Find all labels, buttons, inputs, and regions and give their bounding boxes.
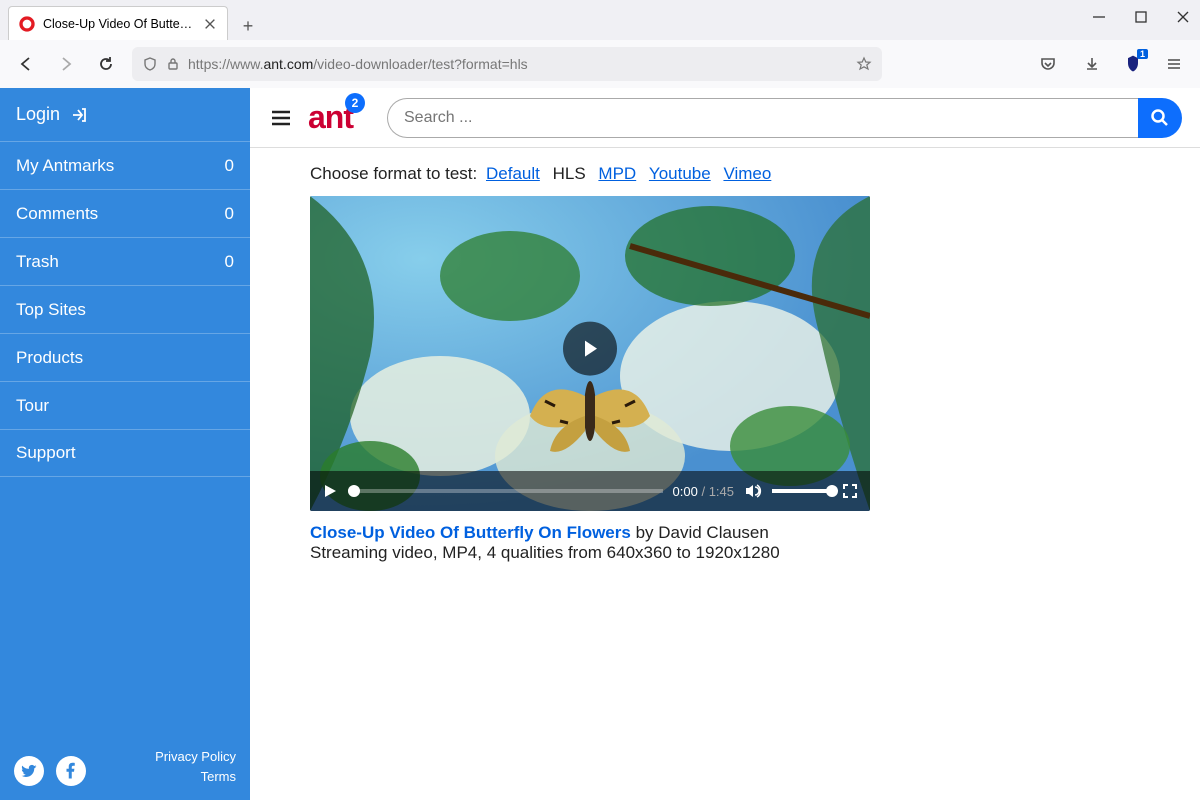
new-tab-button[interactable]: +: [234, 12, 262, 40]
sidebar-item-topsites[interactable]: Top Sites: [0, 285, 250, 333]
sidebar-item-products[interactable]: Products: [0, 333, 250, 381]
shield-icon[interactable]: [142, 56, 158, 72]
format-hls: HLS: [553, 164, 586, 183]
video-title-link[interactable]: Close-Up Video Of Butterfly On Flowers: [310, 523, 631, 542]
window-close-icon[interactable]: [1174, 8, 1192, 26]
privacy-link[interactable]: Privacy Policy: [155, 747, 236, 767]
seek-bar[interactable]: [348, 489, 663, 493]
terms-link[interactable]: Terms: [155, 767, 236, 787]
format-vimeo[interactable]: Vimeo: [723, 164, 771, 183]
browser-tab[interactable]: Close-Up Video Of Butterfly On: [8, 6, 228, 40]
play-center-button[interactable]: [563, 321, 617, 375]
back-button[interactable]: [12, 50, 40, 78]
sidebar-item-comments[interactable]: Comments0: [0, 189, 250, 237]
maximize-icon[interactable]: [1132, 8, 1150, 26]
video-controls: 0:00 / 1:45: [310, 471, 870, 511]
fullscreen-icon[interactable]: [842, 483, 858, 499]
sidebar-item-trash[interactable]: Trash0: [0, 237, 250, 285]
format-youtube[interactable]: Youtube: [649, 164, 711, 183]
bookmark-star-icon[interactable]: [856, 56, 872, 72]
video-author: David Clausen: [658, 523, 769, 542]
downloads-icon[interactable]: [1078, 50, 1106, 78]
reload-button[interactable]: [92, 50, 120, 78]
pocket-icon[interactable]: [1034, 50, 1062, 78]
logo-badge: 2: [345, 93, 365, 113]
search-input[interactable]: [387, 98, 1138, 138]
logo[interactable]: ant 2: [308, 99, 353, 136]
format-mpd[interactable]: MPD: [598, 164, 636, 183]
twitter-icon[interactable]: [14, 756, 44, 786]
volume-icon[interactable]: [744, 482, 762, 500]
tab-title: Close-Up Video Of Butterfly On: [43, 17, 195, 31]
minimize-icon[interactable]: [1090, 8, 1108, 26]
favicon-icon: [19, 16, 35, 32]
sidebar-item-antmarks[interactable]: My Antmarks0: [0, 141, 250, 189]
sidebar-item-support[interactable]: Support: [0, 429, 250, 477]
extension-badge: 1: [1137, 49, 1148, 59]
forward-button[interactable]: [52, 50, 80, 78]
sidebar: Login My Antmarks0 Comments0 Trash0 Top …: [0, 88, 250, 800]
facebook-icon[interactable]: [56, 756, 86, 786]
login-button[interactable]: Login: [0, 88, 250, 141]
time-display: 0:00 / 1:45: [673, 484, 734, 499]
address-bar[interactable]: https://www.ant.com/video-downloader/tes…: [132, 47, 882, 81]
login-label: Login: [16, 104, 60, 125]
video-title-row: Close-Up Video Of Butterfly On Flowers b…: [310, 523, 1200, 543]
lock-icon[interactable]: [166, 57, 180, 71]
url-text: https://www.ant.com/video-downloader/tes…: [188, 56, 528, 72]
video-player[interactable]: 0:00 / 1:45: [310, 196, 870, 511]
format-default[interactable]: Default: [486, 164, 540, 183]
play-button[interactable]: [322, 483, 338, 499]
extension-icon[interactable]: 1: [1122, 53, 1144, 75]
app-menu-icon[interactable]: [1160, 50, 1188, 78]
login-icon: [70, 106, 88, 124]
tab-close-icon[interactable]: [203, 17, 217, 31]
hamburger-menu-icon[interactable]: [268, 105, 294, 131]
sidebar-item-tour[interactable]: Tour: [0, 381, 250, 429]
volume-bar[interactable]: [772, 489, 832, 493]
search-button[interactable]: [1138, 98, 1182, 138]
format-selector: Choose format to test: Default HLS MPD Y…: [310, 164, 1200, 184]
video-description: Streaming video, MP4, 4 qualities from 6…: [310, 543, 1200, 563]
